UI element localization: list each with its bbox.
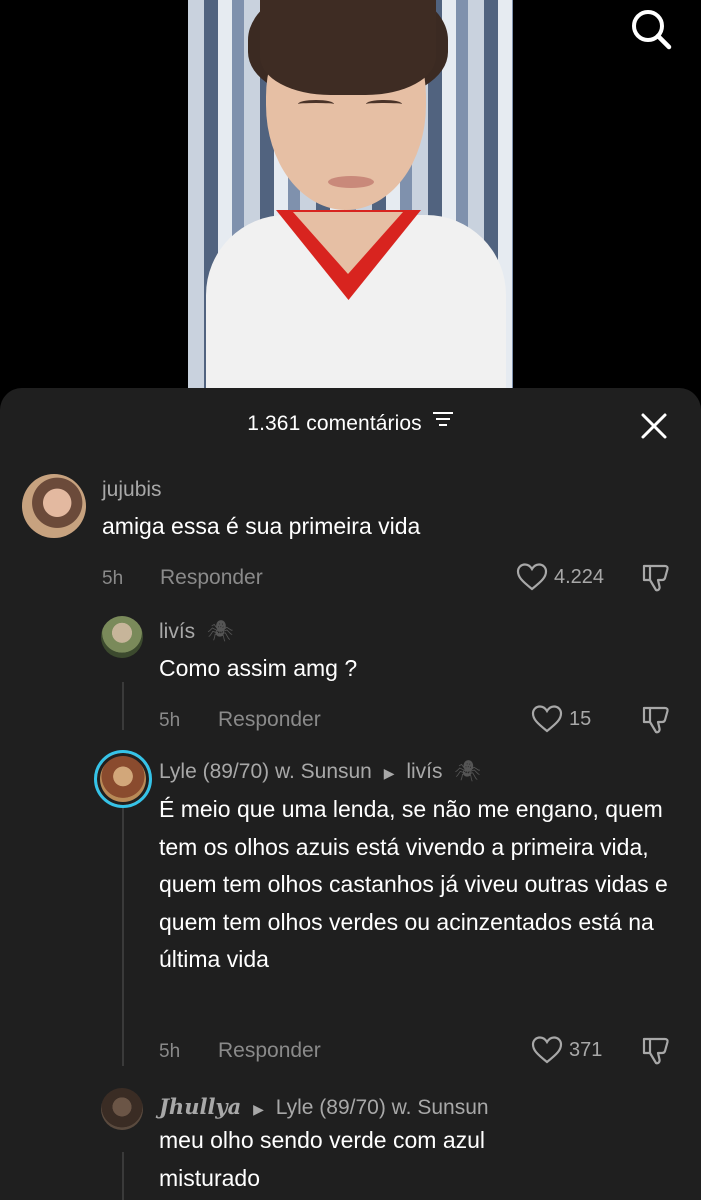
comments-sheet: 1.361 comentários jujubis amiga essa é s… — [0, 388, 701, 1200]
like-button[interactable]: 4.224 — [516, 562, 604, 592]
reply-arrow-icon: ▶ — [253, 1101, 264, 1117]
like-count: 15 — [569, 707, 592, 730]
reply-arrow-icon: ▶ — [383, 765, 395, 781]
comments-count-title[interactable]: 1.361 comentários — [0, 412, 701, 436]
avatar[interactable] — [22, 474, 86, 538]
dislike-icon[interactable] — [640, 1035, 672, 1072]
spider-emoji-icon: 🕷 — [454, 760, 482, 783]
video-player[interactable] — [0, 0, 701, 400]
reply-button[interactable]: Responder — [218, 708, 321, 732]
comment-username[interactable]: jujubis — [102, 478, 162, 502]
close-icon[interactable] — [640, 412, 668, 440]
thread-line — [122, 1152, 124, 1200]
filter-icon[interactable] — [432, 410, 454, 434]
comments-count-label: 1.361 comentários — [247, 412, 422, 435]
comment-time: 5h — [102, 568, 124, 589]
reply-button[interactable]: Responder — [160, 566, 263, 590]
thread-line — [122, 682, 124, 730]
heart-icon — [516, 563, 548, 591]
dislike-icon[interactable] — [640, 704, 672, 741]
video-thumbnail — [188, 0, 513, 400]
heart-icon — [531, 1036, 563, 1064]
comment-text: É meio que uma lenda, se não me engano, … — [159, 796, 668, 972]
thread-line — [122, 808, 124, 1066]
comment-text: Como assim amg ? — [159, 655, 358, 681]
spider-emoji-icon: 🕷 — [207, 620, 234, 643]
comment-username[interactable]: Jhullya ▶ Lyle (89/70) w. Sunsun — [159, 1094, 489, 1120]
comment-time: 5h — [159, 1041, 181, 1062]
avatar[interactable] — [101, 616, 143, 658]
like-count: 371 — [569, 1038, 603, 1061]
comment-username[interactable]: Lyle (89/70) w. Sunsun ▶ livís 🕷 — [159, 760, 481, 784]
reply-button[interactable]: Responder — [218, 1039, 321, 1063]
like-button[interactable]: 371 — [531, 1035, 602, 1065]
like-button[interactable]: 15 — [531, 704, 591, 734]
avatar[interactable] — [101, 1088, 143, 1130]
search-icon[interactable] — [628, 6, 674, 52]
avatar[interactable] — [94, 750, 152, 808]
comment-text: amiga essa é sua primeira vida — [102, 513, 421, 539]
comments-header: 1.361 comentários — [0, 388, 701, 462]
comment-username[interactable]: livís 🕷 — [159, 620, 234, 644]
comment-text: meu olho sendo verde com azul misturado — [159, 1127, 486, 1191]
heart-icon — [531, 705, 563, 733]
comment-time: 5h — [159, 710, 181, 731]
dislike-icon[interactable] — [640, 562, 672, 599]
like-count: 4.224 — [554, 565, 605, 588]
